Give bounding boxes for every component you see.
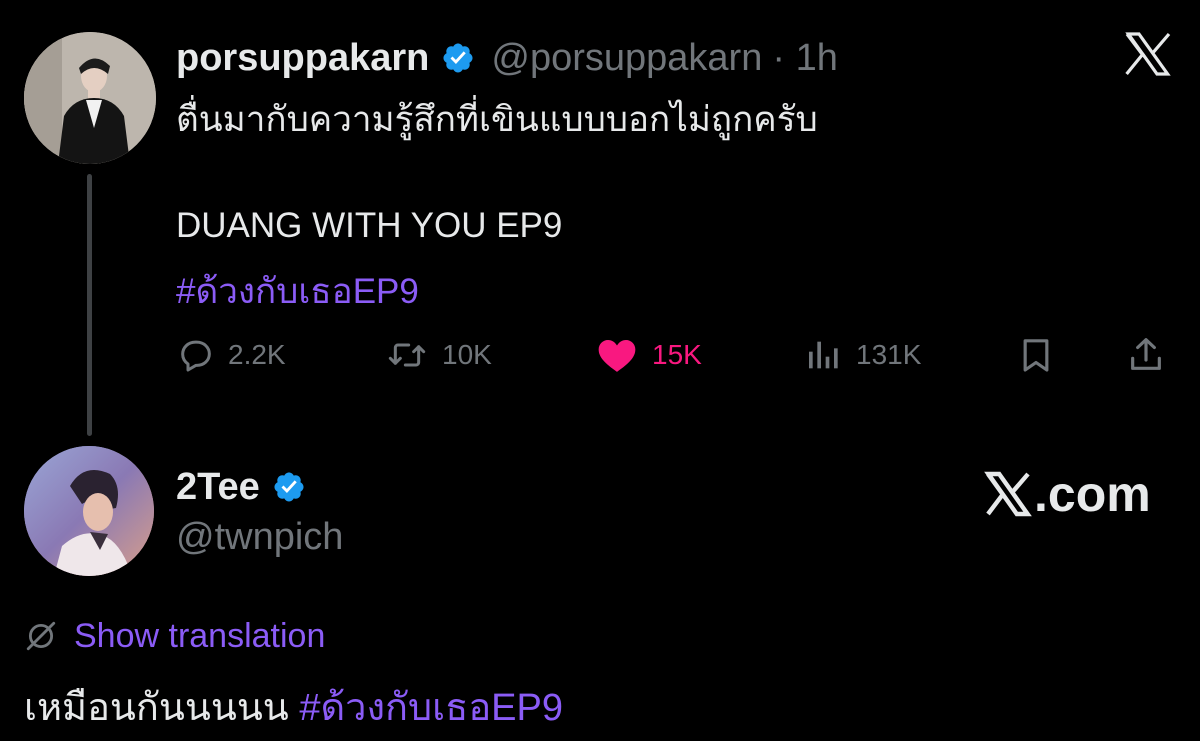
reply-button[interactable]: 2.2K [176,330,286,380]
bookmark-icon [1023,339,1049,372]
reply-author-display-name[interactable]: 2Tee [176,466,260,509]
heart-icon [598,339,636,372]
views-button[interactable]: 131K [804,330,921,380]
author-handle[interactable]: @porsuppakarn [491,37,762,80]
show-translation-label: Show translation [74,616,326,655]
thread-connector-line [87,174,92,436]
x-com-watermark: .com [984,466,1151,522]
reply-author-handle[interactable]: @twnpich [176,516,343,559]
repost-icon [388,343,426,367]
tweet-timestamp[interactable]: · 1h [772,37,837,80]
x-logo-icon[interactable] [1124,32,1172,76]
verified-badge-icon [274,472,304,502]
view-count: 131K [856,339,922,370]
repost-count: 10K [442,339,492,370]
avatar-image-icon [24,32,156,164]
like-count: 15K [652,339,702,370]
tweet-header: porsuppakarn @porsuppakarn · 1h [176,30,838,86]
x-logo-icon [984,471,1032,517]
views-icon [809,341,838,369]
hashtag-link[interactable]: #ด้วงกับเธอEP9 [176,264,419,319]
watermark-text: .com [1034,466,1151,522]
hashtag-link[interactable]: #ด้วงกับเธอEP9 [299,687,563,729]
avatar[interactable] [24,446,154,576]
verified-badge-icon [443,43,473,73]
tweet-text-line: ตื่นมากับความรู้สึกที่เขินแบบบอกไม่ถูกคร… [176,100,818,139]
reply-icon [181,340,211,372]
reply-text: เหมือนกันนนนน #ด้วงกับเธอEP9 [24,676,563,737]
bookmark-button[interactable] [1016,330,1068,380]
tweet-text-line: DUANG WITH YOU EP9 [176,206,563,245]
like-button[interactable]: 15K [594,330,702,380]
show-translation-link[interactable]: Show translation [24,614,325,658]
avatar-image-icon [24,446,154,576]
reply-count: 2.2K [228,339,286,370]
reply-body-text: เหมือนกันนนนน [24,687,289,729]
reply-author-header: 2Tee [176,462,322,512]
tweet-action-bar: 2.2K 10K 15K 131K [176,330,1176,380]
repost-button[interactable]: 10K [384,330,492,380]
author-display-name[interactable]: porsuppakarn [176,37,429,80]
share-button[interactable] [1126,330,1178,380]
share-icon [1131,338,1161,370]
translate-globe-icon [26,621,56,651]
avatar[interactable] [24,32,156,164]
